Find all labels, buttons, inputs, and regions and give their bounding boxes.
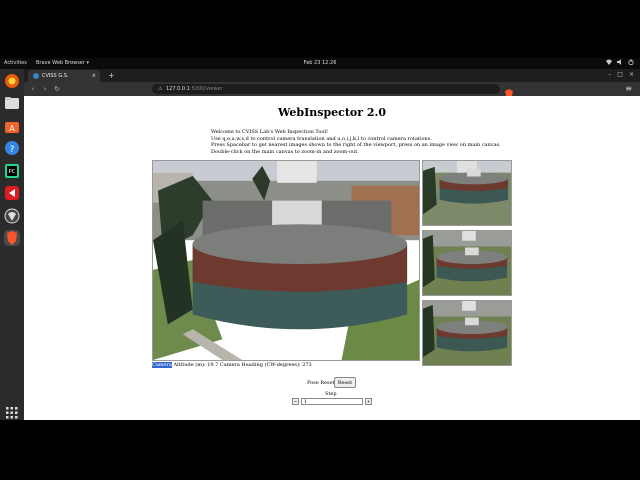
svg-text:?: ? <box>10 145 15 155</box>
nearest-image-thumbnail[interactable] <box>422 230 512 296</box>
caption-line: Double <box>49 202 125 224</box>
new-tab-button[interactable]: + <box>108 70 115 81</box>
svg-text:A: A <box>9 124 15 133</box>
brave-browser-icon[interactable] <box>4 73 20 89</box>
pycharm-icon[interactable]: PC <box>4 163 20 179</box>
tab-webinspector[interactable]: CVISS G.S. WebInspector × <box>28 70 100 91</box>
instruction-line: Double-click on the main canvas to zoom-… <box>211 148 359 155</box>
step-increment-button[interactable]: + <box>365 398 372 405</box>
dock: A ? PC <box>0 69 24 420</box>
site-info-icon[interactable]: ⚠ <box>158 84 162 94</box>
navigation-bar: ‹ › ↻ ⚠ 127.0.0.1:5000/viewer ≡ <box>24 82 640 99</box>
reload-icon[interactable]: ↻ <box>52 84 62 94</box>
svg-text:PC: PC <box>9 169 16 175</box>
step-stepper: − 1 + <box>292 398 372 406</box>
window-controls: – □ × <box>608 71 634 78</box>
url-host: 127.0.0.1 <box>166 86 190 92</box>
instructions: Welcome to CVISS Lab's Web Inspection To… <box>211 129 501 155</box>
network-icon <box>606 59 612 65</box>
nearest-image-thumbnail[interactable] <box>422 160 512 226</box>
power-icon <box>628 59 634 66</box>
software-center-icon[interactable]: A <box>4 118 20 134</box>
browser-menu-button[interactable]: ≡ <box>625 84 632 94</box>
system-top-bar: Activities Brave Web Browser ▾ Feb 23 12… <box>0 58 640 69</box>
zoom-hint-caption: Double Click to Zoom! <box>36 200 138 281</box>
files-icon[interactable] <box>4 95 20 111</box>
maximize-icon[interactable]: □ <box>617 71 623 78</box>
step-label: Step <box>325 391 337 397</box>
show-apps-grid-icon[interactable] <box>6 404 18 419</box>
app-red-icon[interactable] <box>4 185 20 201</box>
forward-icon[interactable]: › <box>40 84 50 94</box>
volume-icon <box>617 59 623 65</box>
step-input[interactable]: 1 <box>301 398 363 405</box>
reset-button[interactable]: Reset <box>334 377 356 388</box>
clock[interactable]: Feb 23 12:26 <box>0 60 640 66</box>
help-icon[interactable]: ? <box>4 140 20 156</box>
inkscape-icon[interactable] <box>4 208 20 224</box>
caption-line: Zoom! <box>52 256 122 278</box>
camera-info: Camera Altitude (m): 19.7 Camera Heading… <box>152 362 312 368</box>
pose-reset-label: Pose Reset <box>307 380 335 386</box>
step-decrement-button[interactable]: − <box>292 398 299 405</box>
minimize-icon[interactable]: – <box>608 71 611 78</box>
main-canvas[interactable] <box>152 160 420 361</box>
camera-label: Camera <box>152 362 172 368</box>
tab-strip: CVISS G.S. WebInspector × + – □ × <box>24 69 640 91</box>
address-bar[interactable]: ⚠ 127.0.0.1:5000/viewer <box>152 84 500 94</box>
system-tray[interactable] <box>606 59 634 66</box>
url-path: :5000/viewer <box>189 86 223 92</box>
close-window-icon[interactable]: × <box>629 71 634 78</box>
brave-shields-icon[interactable] <box>505 84 513 99</box>
camera-readout: Altitude (m): 19.7 Camera Heading (CW-de… <box>171 362 312 368</box>
nearest-image-thumbnail[interactable] <box>422 300 512 366</box>
caption-line: Click to <box>47 229 127 251</box>
instruction-line: Press Spacebar to get nearest images sho… <box>211 142 501 148</box>
brave-icon[interactable] <box>4 230 20 246</box>
page-title: WebInspector 2.0 <box>277 106 387 119</box>
tab-close-icon[interactable]: × <box>92 70 96 82</box>
url-text: 127.0.0.1:5000/viewer <box>166 84 223 94</box>
favicon-icon <box>33 73 39 79</box>
back-icon[interactable]: ‹ <box>28 84 38 94</box>
